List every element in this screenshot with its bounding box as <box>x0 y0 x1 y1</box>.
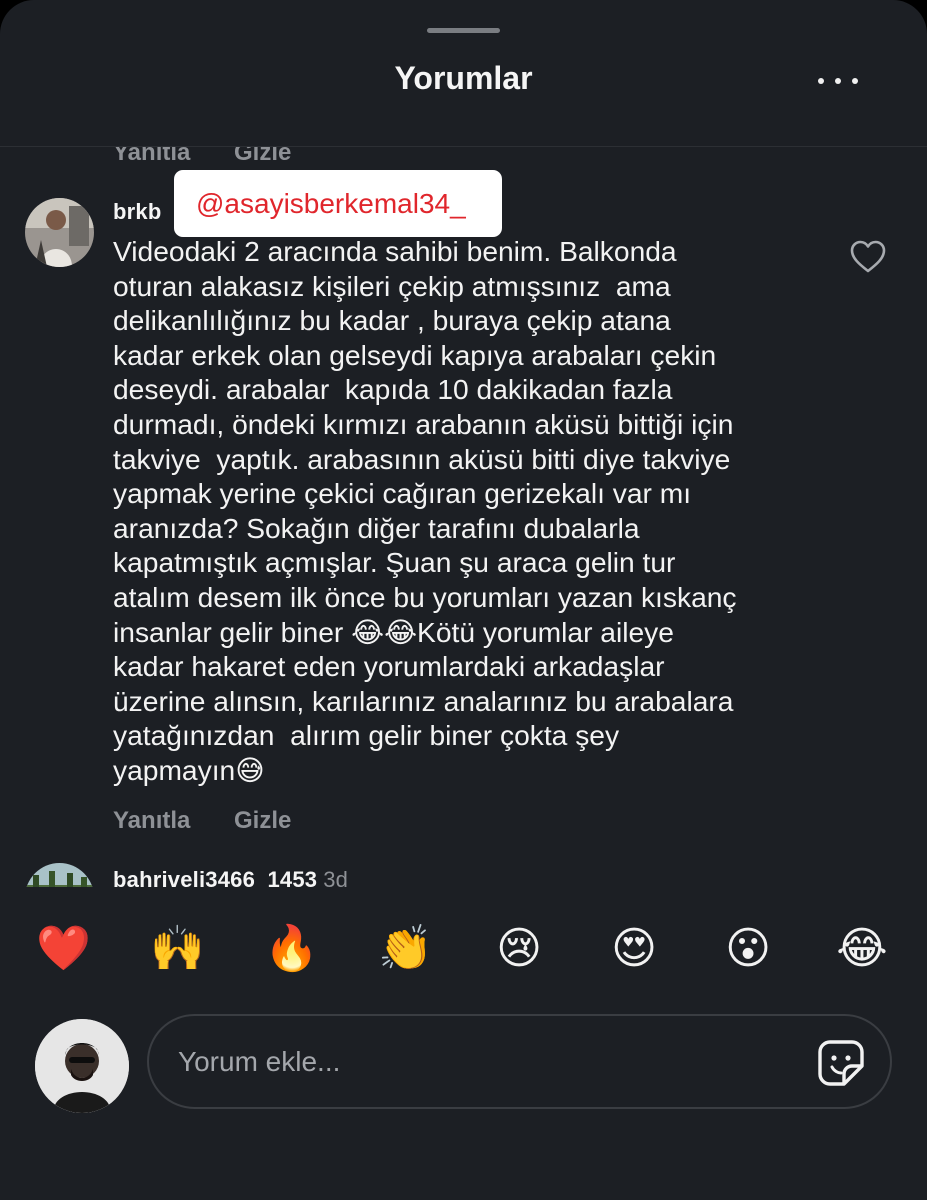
quick-reaction-bar: ❤️ 🙌 🔥 👏 😢 😍 😮 😂 <box>0 888 927 1008</box>
reaction-crying-emoji[interactable]: 😢 <box>492 922 546 976</box>
mention-overlay-label: @asayisberkemal34_ <box>174 170 502 237</box>
comment-input[interactable]: Yorum ekle... <box>147 1014 892 1109</box>
reaction-surprised-emoji[interactable]: 😮 <box>721 922 775 976</box>
reply-button[interactable]: Yanıtla <box>113 807 190 835</box>
comment-input-placeholder[interactable]: Yorum ekle... <box>178 1016 340 1107</box>
heart-outline-icon[interactable] <box>849 238 887 276</box>
sheet-grabber-handle[interactable] <box>427 28 500 33</box>
current-user-avatar <box>35 1019 129 1113</box>
commenter-avatar[interactable] <box>25 198 94 267</box>
next-comment-timestamp: 3d <box>323 867 349 887</box>
comments-list[interactable]: Yanıtla Gizle brkb Videodaki 2 aracında … <box>0 147 927 887</box>
mention-overlay-text: @asayisberkemal34_ <box>196 187 466 219</box>
hide-button[interactable]: Gizle <box>234 807 291 835</box>
sticker-icon[interactable] <box>816 1038 866 1088</box>
previous-comment-reply-button[interactable]: Yanıtla <box>113 147 190 167</box>
comments-sheet: Yorumlar Yanıtla Gizle brkb Videodaki 2 … <box>0 0 927 1200</box>
reaction-heart-emoji[interactable]: ❤️ <box>36 922 91 976</box>
previous-comment-hide-button[interactable]: Gizle <box>234 147 291 167</box>
next-commenter-username[interactable]: bahriveli3466_1453 3d <box>113 867 348 887</box>
next-commenter-name[interactable]: bahriveli3466_1453 <box>113 867 317 887</box>
reaction-laughing-emoji[interactable]: 😂 <box>835 922 889 976</box>
page-title: Yorumlar <box>394 60 533 96</box>
more-horizontal-icon[interactable] <box>818 76 858 86</box>
reaction-fire-emoji[interactable]: 🔥 <box>264 922 319 976</box>
reaction-heart-eyes-emoji[interactable]: 😍 <box>607 922 661 976</box>
reaction-raised-hands-emoji[interactable]: 🙌 <box>150 922 205 976</box>
reaction-clapping-emoji[interactable]: 👏 <box>378 922 433 976</box>
next-commenter-avatar[interactable] <box>25 863 94 887</box>
commenter-username[interactable]: brkb <box>113 199 161 225</box>
comment-body: Videodaki 2 aracında sahibi benim. Balko… <box>113 235 737 786</box>
